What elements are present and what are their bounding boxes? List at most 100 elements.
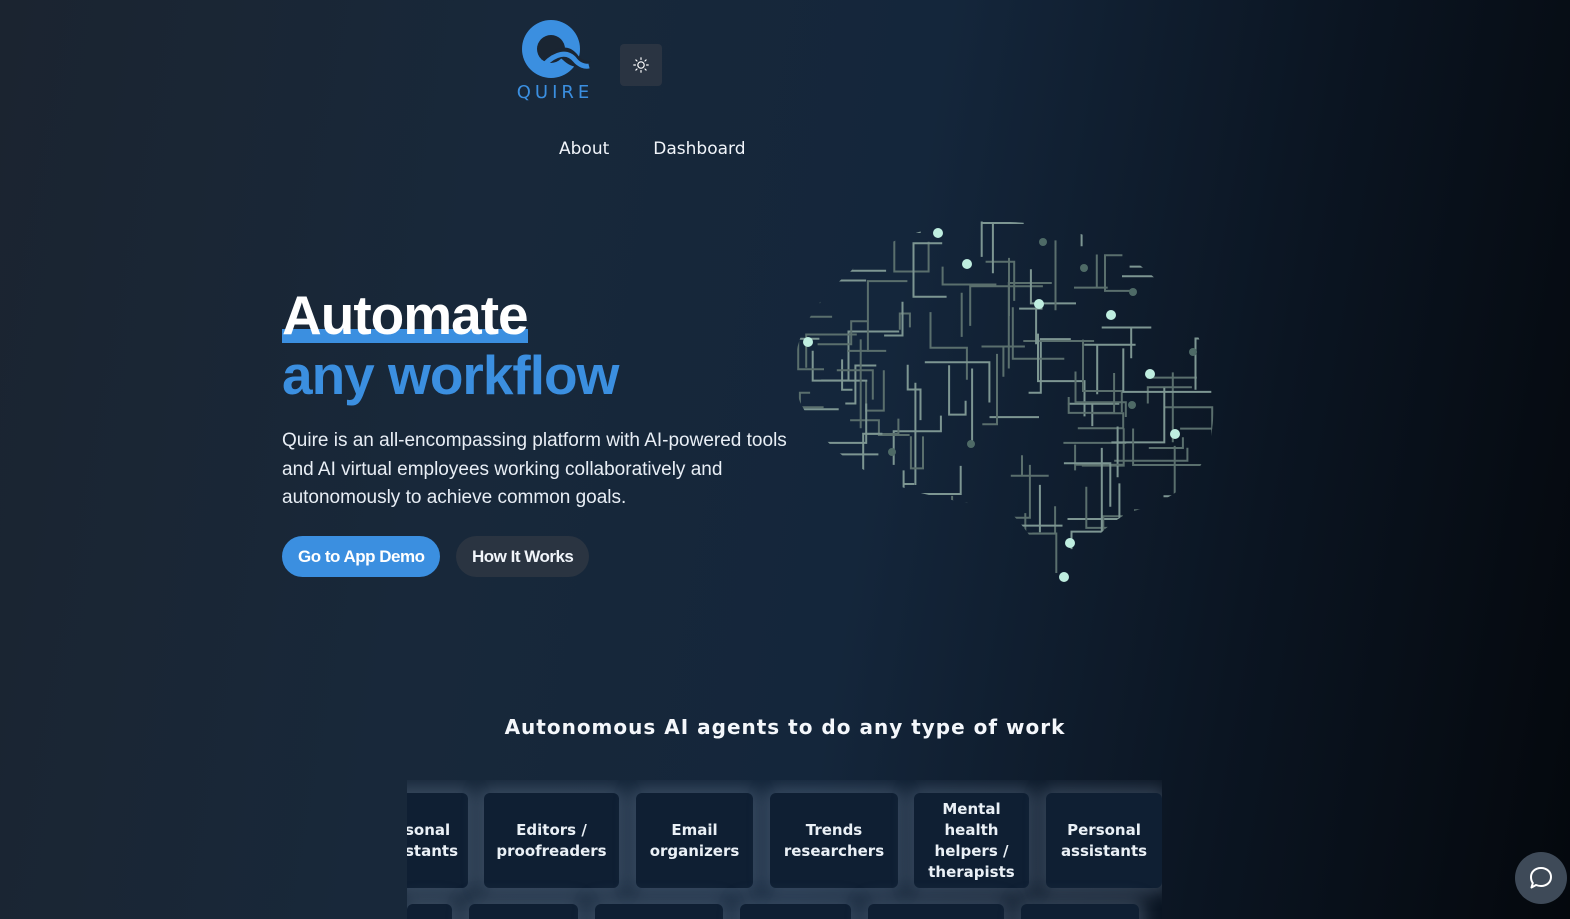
circuit-node [1065,538,1075,548]
circuit-node [1145,369,1155,379]
agent-card[interactable]: sonal stants [407,793,468,888]
how-it-works-button[interactable]: How It Works [456,536,590,577]
circuit-trace [942,500,954,522]
circuit-trace [908,465,962,495]
circuit-trace [948,365,967,416]
agent-card[interactable] [595,904,723,919]
sun-icon [633,57,649,73]
circuit-node [1080,264,1088,272]
circuit-trace [1102,515,1156,546]
circuit-trace [1082,339,1123,413]
agent-card-label: Personal assistants [1060,820,1148,860]
agent-card-label: sonal stants [407,820,458,860]
circuit-trace [898,312,911,330]
circuit-trace [1114,447,1189,462]
agents-carousel[interactable]: sonal stants Editors / proofreaders Emai… [407,780,1162,919]
circuit-node [1128,401,1136,409]
circuit-node [1129,288,1137,296]
circuit-brain-illustration [794,221,1214,582]
circuit-trace [950,544,993,579]
go-to-app-demo-button[interactable]: Go to App Demo [282,536,441,577]
circuit-node [1170,429,1180,439]
circuit-trace [841,359,853,391]
circuit-trace [1168,547,1214,569]
nav-dashboard-link[interactable]: Dashboard [653,139,745,159]
hero-title: Automate any workflow [282,284,619,406]
circuit-trace [988,513,1027,553]
circuit-trace [969,285,1043,326]
agent-card[interactable]: Trends researchers [770,793,898,888]
circuit-trace [1111,551,1157,579]
circuit-trace [798,391,824,409]
agent-card[interactable] [1021,904,1139,919]
circuit-trace [979,464,1031,560]
circuit-trace [1032,532,1058,573]
circuit-trace [1074,254,1108,289]
circuit-trace [1111,387,1166,444]
circuit-trace [1155,221,1181,234]
circuit-trace [1067,402,1120,427]
circuit-node [962,259,972,269]
circuit-trace [839,251,872,270]
agent-card[interactable]: Email organizers [636,793,753,888]
circuit-node [1106,310,1116,320]
hero-description: Quire is an all-encompassing platform wi… [282,430,787,508]
circuit-trace [865,370,885,412]
circuit-node [888,448,896,456]
circuit-trace [1104,254,1134,292]
agent-card[interactable] [740,904,851,919]
circuit-node [803,337,813,347]
circuit-trace [981,222,1024,274]
circuit-node [1189,348,1197,356]
circuit-node [933,228,943,238]
hero-title-line2: any workflow [282,344,619,406]
circuit-trace [924,361,991,403]
logo-wordmark: QUIRE [516,82,594,103]
circuit-trace [794,431,817,493]
agent-card[interactable] [407,904,452,919]
circuit-trace [951,495,985,537]
circuit-trace [837,494,878,533]
circuit-trace [1084,343,1136,395]
circuit-trace [1146,386,1192,404]
main-nav: About Dashboard [559,139,746,159]
agent-card[interactable] [469,904,578,919]
circuit-trace [928,516,947,555]
agents-section-title: Autonomous AI agents to do any type of w… [504,715,1066,739]
circuit-trace [1184,295,1204,310]
circuit-trace [1193,305,1214,321]
agent-card[interactable]: Mental health helpers / therapists [914,793,1029,888]
chat-bubble-icon [1530,867,1552,889]
agent-card-label: Email organizers [649,820,740,860]
circuit-trace [1126,514,1177,532]
circuit-trace [963,520,1004,563]
quire-logo[interactable]: QUIRE [513,18,597,103]
chat-button[interactable] [1515,852,1567,904]
circuit-trace [902,470,915,499]
circuit-trace [1028,338,1071,394]
circuit-trace [1122,348,1212,393]
circuit-node [967,440,975,448]
circuit-node [1039,238,1047,246]
circuit-node [1034,299,1044,309]
circuit-trace [1122,229,1171,278]
nav-about-link[interactable]: About [559,139,609,159]
hero-title-line1: Automate [282,284,529,346]
agent-card-label: Editors / proofreaders [496,820,607,860]
circuit-trace [1180,427,1214,441]
circuit-trace [941,266,997,286]
circuit-trace [1132,428,1204,466]
circuit-trace [892,415,942,465]
circuit-trace [866,280,908,352]
agent-card-label: Trends researchers [783,820,885,860]
theme-toggle-button[interactable] [620,44,662,86]
agent-card[interactable]: Editors / proofreaders [484,793,619,888]
circuit-trace [904,541,940,565]
agent-card[interactable] [868,904,1004,919]
circuit-trace [803,519,858,562]
circuit-node [1059,572,1069,582]
quire-logo-icon [522,20,591,78]
circuit-trace [1194,337,1214,390]
circuit-trace [906,364,922,421]
agent-card[interactable]: Personal assistants [1046,793,1162,888]
